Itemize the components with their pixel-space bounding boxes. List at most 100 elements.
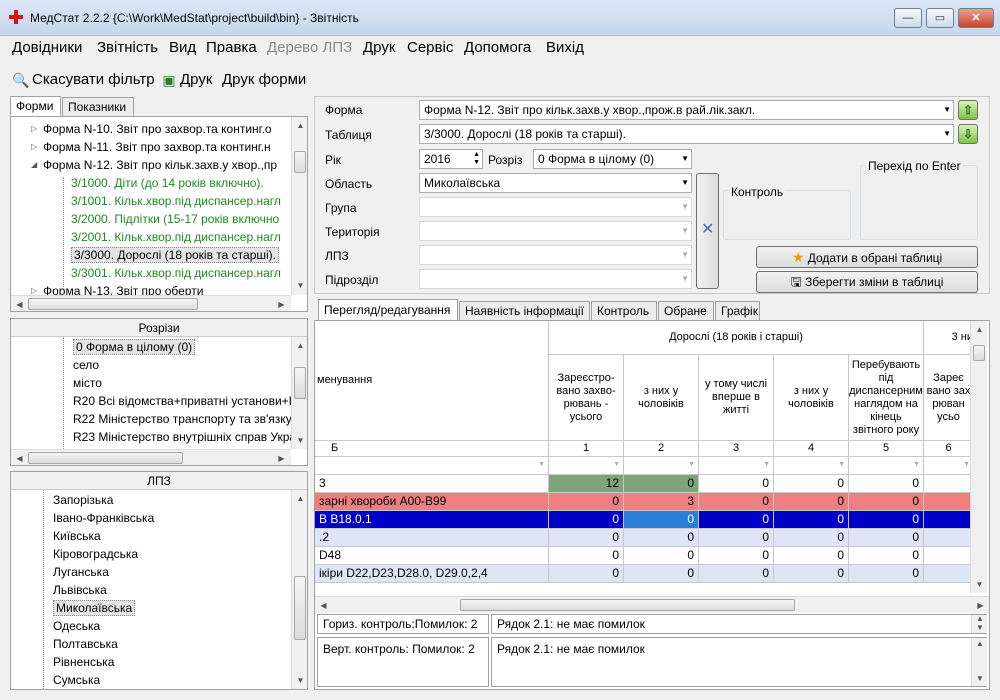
horiz-msg-spin[interactable]: ▲ ▼ <box>971 614 987 633</box>
menu-dovidnyky[interactable]: Довідники <box>12 39 82 56</box>
scroll-thumb[interactable] <box>28 298 198 310</box>
print-button[interactable]: Друк <box>180 71 212 88</box>
scroll-up-arrow-icon[interactable]: ▲ <box>292 117 307 134</box>
grupa-select[interactable]: ▼ <box>419 197 692 217</box>
value-cell[interactable]: 0 <box>849 529 924 547</box>
scroll-thumb[interactable] <box>28 452 183 464</box>
scroll-thumb[interactable] <box>294 576 306 640</box>
lpz-item[interactable]: Запорізька <box>53 492 113 510</box>
tree-item[interactable]: 3/2001. Кільк.хвор.під диспансер.нагл <box>71 229 281 247</box>
value-cell[interactable]: 0 <box>699 565 774 583</box>
forms-tree-hscroll[interactable]: ◀ ▶ <box>11 295 291 311</box>
print-forms-button[interactable]: Друк форми <box>222 71 306 88</box>
tree-item[interactable]: 3/1001. Кільк.хвор.під диспансер.нагл <box>71 193 281 211</box>
rozrizy-vscroll[interactable]: ▲ ▼ <box>291 337 307 449</box>
value-cell[interactable]: 0 <box>624 475 699 493</box>
move-up-button[interactable]: ⇧ <box>958 100 978 120</box>
tree-item[interactable]: 3/3000. Дорослі (18 років та старші). <box>71 247 280 265</box>
value-cell[interactable]: 0 <box>774 511 849 529</box>
tab-formy[interactable]: Форми <box>10 96 61 116</box>
menu-druk[interactable]: Друк <box>363 39 395 56</box>
value-cell[interactable]: 0 <box>849 565 924 583</box>
forms-tree-vscroll[interactable]: ▲ ▼ <box>291 117 307 295</box>
menu-dopomoga[interactable]: Допомога <box>464 39 531 56</box>
lpz-vscroll[interactable]: ▲ ▼ <box>291 490 307 689</box>
tree-item[interactable]: ◢ Форма N-12. Звіт про кільк.захв.у хвор.… <box>31 157 277 175</box>
tree-item[interactable]: 3/1000. Діти (до 14 років включно). <box>71 175 264 193</box>
year-spinner[interactable]: 2016 ▲ ▼ <box>419 149 483 169</box>
lpz-select[interactable]: ▼ <box>419 245 692 265</box>
value-cell[interactable]: 0 <box>699 511 774 529</box>
tab-grafik[interactable]: Графік <box>715 301 760 321</box>
scroll-down-arrow-icon[interactable]: ▼ <box>292 277 307 294</box>
value-cell[interactable]: 0 <box>774 565 849 583</box>
value-cell[interactable]: 0 <box>849 475 924 493</box>
scroll-up-arrow-icon[interactable]: ▲ <box>292 337 307 354</box>
lpz-item[interactable]: Сумська <box>53 672 100 689</box>
menu-derevo-lpz[interactable]: Дерево ЛПЗ <box>267 39 352 56</box>
column-filter[interactable] <box>624 457 699 475</box>
value-cell[interactable]: 0 <box>549 547 624 565</box>
scroll-thumb[interactable] <box>460 599 795 611</box>
value-cell[interactable] <box>924 493 974 511</box>
tree-expander-icon[interactable]: ◢ <box>31 157 37 173</box>
spinner-arrows-icon[interactable]: ▲ ▼ <box>473 151 480 167</box>
rozriz-item[interactable]: 0 Форма в цілому (0) <box>73 339 196 357</box>
rozriz-item[interactable]: R20 Всі відомства+приватні установи+І <box>73 393 292 411</box>
value-cell[interactable]: 0 <box>849 511 924 529</box>
column-filter[interactable] <box>315 457 549 475</box>
grid-hscroll[interactable]: ◀ ▶ <box>315 596 989 613</box>
scroll-right-arrow-icon[interactable]: ▶ <box>273 296 290 311</box>
value-cell[interactable]: 0 <box>624 547 699 565</box>
grid-vscroll[interactable]: ▲ ▼ <box>970 321 987 593</box>
scroll-down-arrow-icon[interactable]: ▼ <box>971 576 988 593</box>
value-cell[interactable]: 0 <box>849 493 924 511</box>
scroll-left-arrow-icon[interactable]: ◀ <box>11 296 28 311</box>
table-select[interactable]: 3/3000. Дорослі (18 років та старші). ▼ <box>419 124 954 144</box>
tree-item[interactable]: ▷ Форма N-10. Звіт про захвор.та континг.… <box>31 121 272 139</box>
scroll-thumb[interactable] <box>973 345 985 361</box>
clear-filter-button[interactable]: ✕ <box>696 173 719 289</box>
menu-vyd[interactable]: Вид <box>169 39 196 56</box>
minimize-button[interactable]: — <box>894 8 922 28</box>
menu-pravka[interactable]: Правка <box>206 39 257 56</box>
rozrizy-hscroll[interactable]: ◀ ▶ <box>11 449 291 465</box>
value-cell[interactable]: 3 <box>624 493 699 511</box>
lpz-item[interactable]: Київська <box>53 528 101 546</box>
column-filter[interactable] <box>699 457 774 475</box>
rozriz-item[interactable]: село <box>73 357 99 375</box>
scroll-up-arrow-icon[interactable]: ▲ <box>292 490 307 507</box>
tree-item[interactable]: ▷ Форма N-11. Звіт про захвор.та континг.… <box>31 139 271 157</box>
rozriz-item[interactable]: R23 Міністерство внутрішніх справ Укра <box>73 429 296 447</box>
move-down-button[interactable]: ⇩ <box>958 124 978 144</box>
tree-item[interactable]: 3/3001. Кільк.хвор.під диспансер.нагл <box>71 265 281 283</box>
lpz-item[interactable]: Полтавська <box>53 636 118 654</box>
lpz-item[interactable]: Луганська <box>53 564 109 582</box>
add-favorites-button[interactable]: ★ Додати в обрані таблиці <box>756 246 978 268</box>
value-cell[interactable]: 0 <box>624 565 699 583</box>
tab-kontrol[interactable]: Контроль <box>591 301 657 321</box>
column-filter[interactable] <box>924 457 974 475</box>
value-cell[interactable]: 0 <box>549 529 624 547</box>
oblast-select[interactable]: Миколаївська ▼ <box>419 173 692 193</box>
value-cell[interactable]: 0 <box>774 547 849 565</box>
rozriz-item[interactable]: R22 Міністерство транспорту та зв'язку <box>73 411 292 429</box>
lpz-item[interactable]: Львівська <box>53 582 107 600</box>
value-cell[interactable]: 0 <box>699 475 774 493</box>
lpz-item[interactable]: Одеська <box>53 618 100 636</box>
value-cell[interactable]: 0 <box>774 529 849 547</box>
lpz-item[interactable]: Кіровоградська <box>53 546 138 564</box>
save-changes-button[interactable]: 🖫 Зберегти зміни в таблиці <box>756 271 978 293</box>
forma-select[interactable]: Форма N-12. Звіт про кільк.захв.у хвор.,… <box>419 100 954 120</box>
lpz-item[interactable]: Рівненська <box>53 654 114 672</box>
scroll-up-arrow-icon[interactable]: ▲ <box>972 635 988 652</box>
tab-obrane[interactable]: Обране <box>658 301 714 321</box>
value-cell[interactable]: 0 <box>774 475 849 493</box>
vert-msg-vscroll[interactable]: ▲ ▼ <box>971 638 987 686</box>
rozriz-item[interactable]: місто <box>73 375 102 393</box>
value-cell[interactable]: 0 <box>549 511 624 529</box>
value-cell[interactable]: 0 <box>849 547 924 565</box>
value-cell[interactable] <box>924 529 974 547</box>
value-cell[interactable]: 0 <box>699 547 774 565</box>
scroll-right-arrow-icon[interactable]: ▶ <box>273 450 290 465</box>
